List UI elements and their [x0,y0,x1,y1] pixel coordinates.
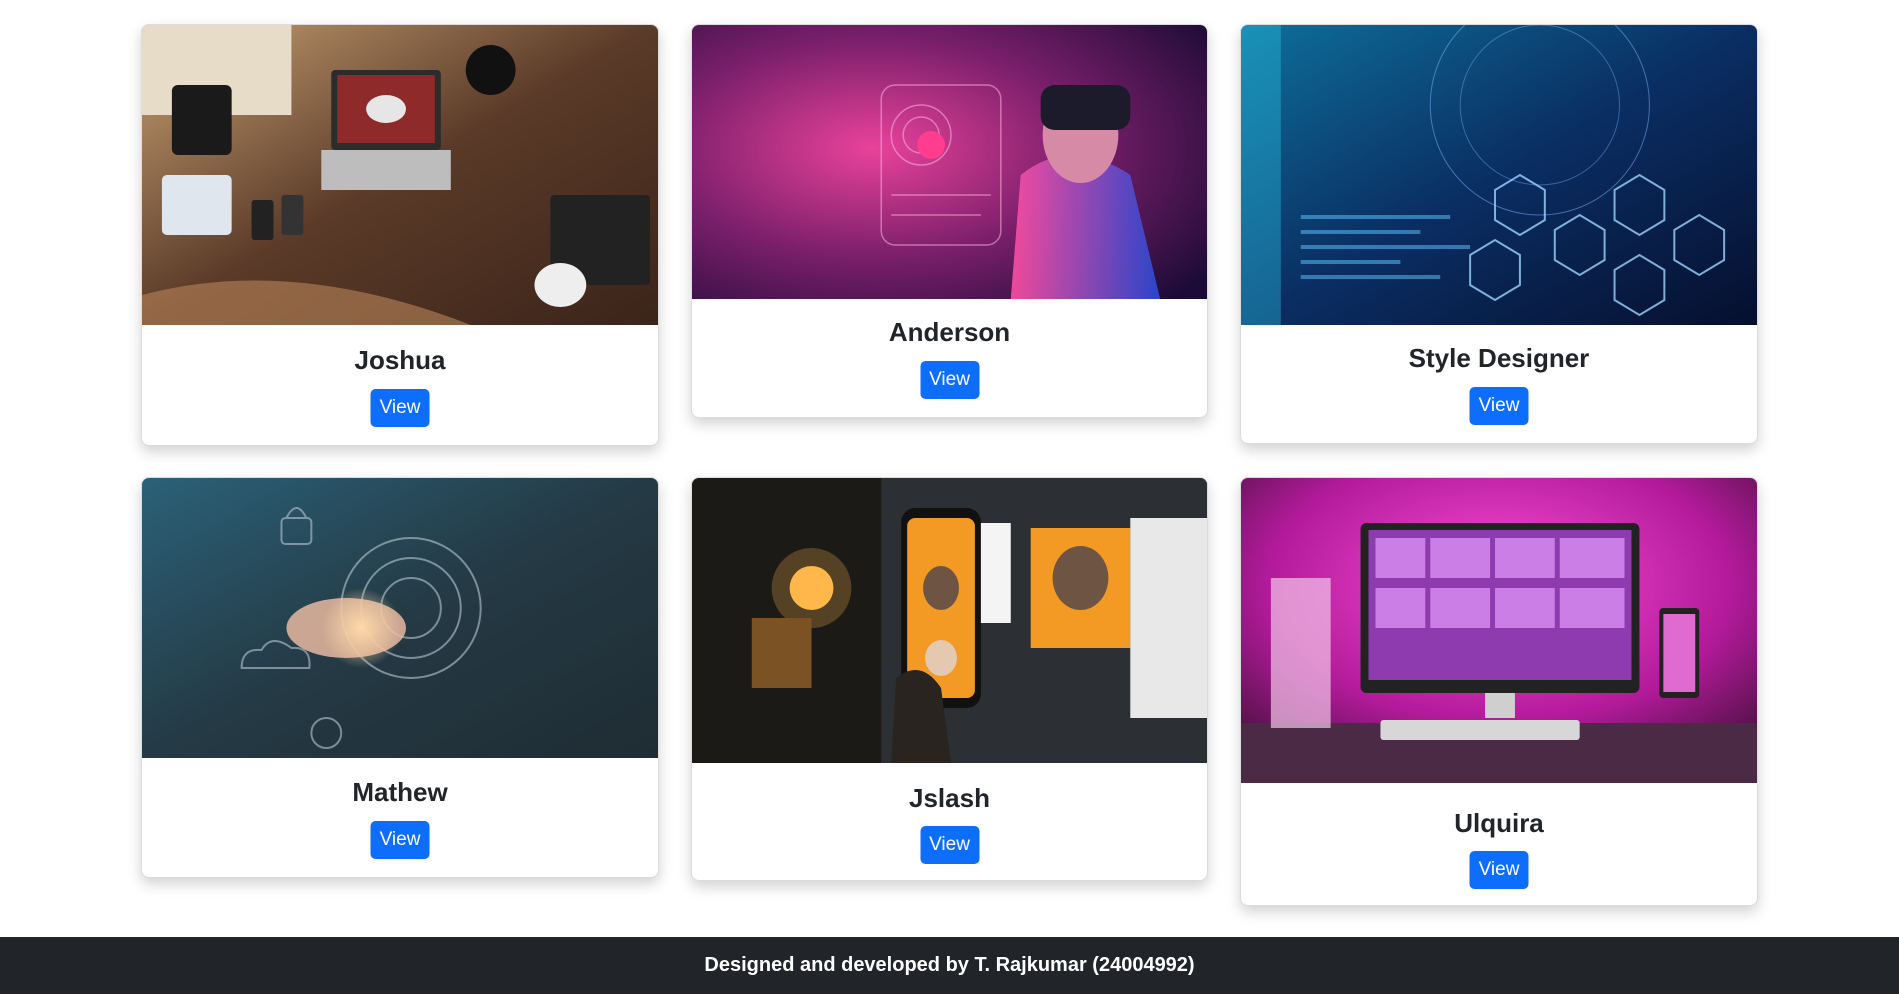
view-button[interactable]: View [1469,851,1529,889]
card-image-pink-workstation [1241,478,1757,783]
card-mathew: Mathew View [141,477,659,878]
view-button[interactable]: View [1469,387,1529,425]
card-title: Ulquira [1454,808,1544,838]
card-image-digital-network [1241,25,1757,325]
card-title: Joshua [354,345,446,375]
card-joshua: Joshua View [141,24,659,446]
view-button[interactable]: View [370,389,430,427]
card-image-vr-headset [692,25,1207,299]
card-anderson: Anderson View [691,24,1208,418]
card-ulquira: Ulquira View [1240,477,1758,906]
footer: Designed and developed by T. Rajkumar (2… [0,937,1899,994]
card-style-designer: Style Designer View [1240,24,1758,444]
card-jslash: Jslash View [691,477,1208,881]
view-button[interactable]: View [370,821,430,859]
card-title: Anderson [888,317,1011,347]
card-image-phone-design [692,478,1207,763]
card-image-desk-workspace [142,25,658,325]
view-button[interactable]: View [920,361,979,399]
card-title: Jslash [909,783,990,813]
view-button[interactable]: View [920,826,979,864]
card-image-cyber-security [142,478,658,758]
footer-credit: Designed and developed by T. Rajkumar (2… [704,954,1195,976]
card-title: Mathew [352,777,448,807]
card-title: Style Designer [1408,343,1590,373]
